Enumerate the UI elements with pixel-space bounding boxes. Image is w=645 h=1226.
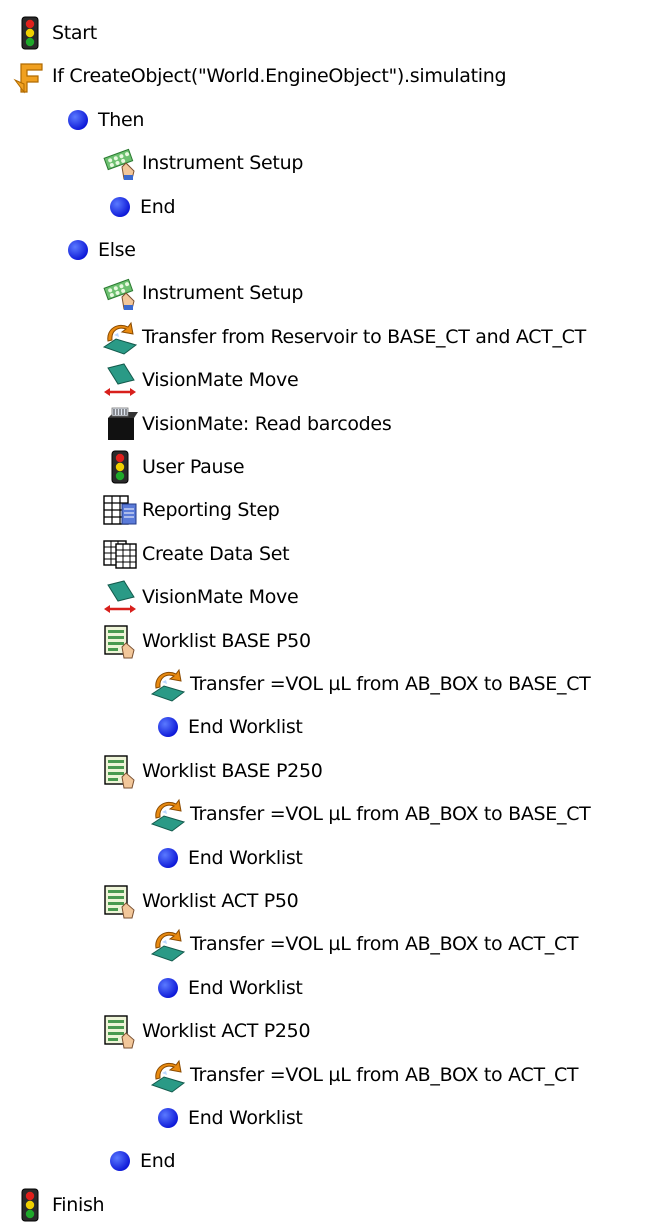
tree-node[interactable]: VisionMate Move: [102, 576, 299, 618]
if-branch-icon: [12, 58, 48, 94]
tree-node[interactable]: User Pause: [102, 446, 245, 488]
tree-node-label: Worklist ACT P250: [142, 1020, 311, 1043]
tree-node[interactable]: Worklist BASE P50: [102, 620, 311, 662]
tree-node[interactable]: End Worklist: [150, 706, 303, 748]
tree-node-label: Else: [98, 239, 136, 261]
visionmate-move-icon: [102, 579, 138, 615]
tree-node-label: VisionMate Move: [142, 369, 299, 392]
instrument-setup-icon: [102, 145, 138, 181]
tree-node[interactable]: End: [102, 186, 176, 228]
transfer-icon: [150, 666, 186, 702]
tree-node-label: Create Data Set: [142, 542, 290, 565]
tree-node[interactable]: End: [102, 1140, 176, 1182]
blue-dot-icon: [66, 238, 90, 262]
tree-node-label: End Worklist: [188, 716, 303, 739]
tree-node[interactable]: Start: [12, 12, 97, 54]
worklist-icon: [102, 623, 138, 659]
tree-node[interactable]: Finish: [12, 1184, 105, 1226]
tree-node[interactable]: Worklist ACT P250: [102, 1010, 311, 1052]
blue-dot-icon: [156, 715, 180, 739]
tree-node[interactable]: VisionMate: Read barcodes: [102, 403, 392, 445]
tree-node[interactable]: Instrument Setup: [102, 142, 303, 184]
tree-node[interactable]: End Worklist: [150, 1097, 303, 1139]
tree-node-label: If CreateObject("World.EngineObject").si…: [52, 65, 507, 88]
tree-node-label: VisionMate: Read barcodes: [142, 412, 392, 435]
tree-node-label: Finish: [52, 1193, 105, 1216]
tree-node-label: VisionMate Move: [142, 586, 299, 609]
tree-node-label: User Pause: [142, 456, 245, 478]
tree-node-label: Worklist BASE P250: [142, 759, 323, 782]
tree-node[interactable]: Worklist BASE P250: [102, 750, 323, 792]
visionmate-move-icon: [102, 362, 138, 398]
tree-node-label: Reporting Step: [142, 499, 280, 522]
worklist-icon: [102, 753, 138, 789]
tree-node[interactable]: Then: [60, 99, 144, 141]
worklist-icon: [102, 883, 138, 919]
tree-node[interactable]: Create Data Set: [102, 533, 290, 575]
tree-node[interactable]: Transfer =VOL µL from AB_BOX to BASE_CT: [150, 663, 591, 705]
blue-dot-icon: [108, 1149, 132, 1173]
tree-node[interactable]: End Worklist: [150, 837, 303, 879]
tree-node-label: End: [140, 195, 176, 218]
tree-node-label: Transfer =VOL µL from AB_BOX to BASE_CT: [190, 673, 591, 695]
tree-node-label: Instrument Setup: [142, 282, 304, 305]
tree-node-label: Worklist BASE P50: [142, 629, 311, 652]
tree-node[interactable]: End Worklist: [150, 967, 303, 1009]
tree-node-label: Instrument Setup: [142, 152, 304, 175]
transfer-icon: [150, 796, 186, 832]
traffic-light-icon: [102, 449, 138, 485]
transfer-icon: [150, 1057, 186, 1093]
tree-node-label: Start: [52, 22, 97, 44]
blue-dot-icon: [156, 1106, 180, 1130]
tree-node[interactable]: Reporting Step: [102, 489, 280, 531]
traffic-light-icon: [12, 15, 48, 51]
instrument-setup-icon: [102, 275, 138, 311]
tree-node-label: End Worklist: [188, 1107, 303, 1129]
protocol-tree: Start If CreateObject("World.EngineObjec…: [0, 0, 645, 1222]
tree-node[interactable]: If CreateObject("World.EngineObject").si…: [12, 55, 507, 97]
transfer-icon: [150, 926, 186, 962]
blue-dot-icon: [108, 195, 132, 219]
barcode-reader-icon: [102, 406, 138, 442]
tree-node[interactable]: Transfer =VOL µL from AB_BOX to BASE_CT: [150, 793, 591, 835]
blue-dot-icon: [66, 108, 90, 132]
tree-node-label: End: [140, 1150, 176, 1173]
tree-node[interactable]: VisionMate Move: [102, 359, 299, 401]
reporting-icon: [102, 492, 138, 528]
blue-dot-icon: [156, 846, 180, 870]
tree-node-label: Worklist ACT P50: [142, 890, 299, 912]
tree-node-label: Transfer =VOL µL from AB_BOX to ACT_CT: [190, 933, 579, 956]
transfer-icon: [102, 319, 138, 355]
data-set-icon: [102, 536, 138, 572]
tree-node[interactable]: Instrument Setup: [102, 272, 303, 314]
tree-node-label: End Worklist: [188, 976, 303, 999]
blue-dot-icon: [156, 976, 180, 1000]
traffic-light-icon: [12, 1187, 48, 1223]
tree-node[interactable]: Worklist ACT P50: [102, 880, 299, 922]
tree-node[interactable]: Transfer =VOL µL from AB_BOX to ACT_CT: [150, 1054, 579, 1096]
tree-node-label: Transfer from Reservoir to BASE_CT and A…: [142, 325, 586, 348]
tree-node[interactable]: Transfer =VOL µL from AB_BOX to ACT_CT: [150, 923, 579, 965]
worklist-icon: [102, 1013, 138, 1049]
tree-node-label: End Worklist: [188, 846, 303, 869]
tree-node[interactable]: Else: [60, 229, 136, 271]
tree-node-label: Transfer =VOL µL from AB_BOX to BASE_CT: [190, 803, 591, 826]
tree-node-label: Then: [98, 108, 145, 131]
tree-node[interactable]: Transfer from Reservoir to BASE_CT and A…: [102, 316, 586, 358]
tree-node-label: Transfer =VOL µL from AB_BOX to ACT_CT: [190, 1063, 579, 1086]
